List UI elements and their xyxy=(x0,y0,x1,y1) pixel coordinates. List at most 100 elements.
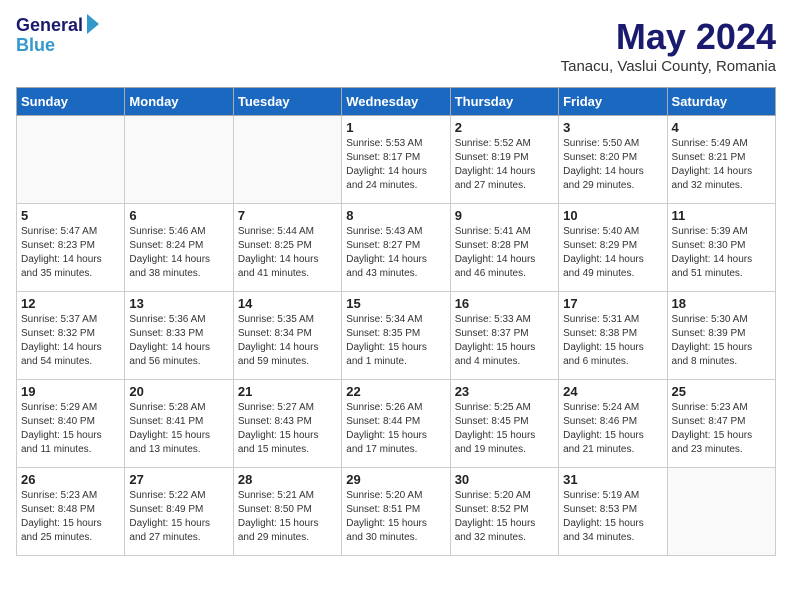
day-number: 19 xyxy=(21,384,120,399)
day-number: 12 xyxy=(21,296,120,311)
calendar-cell: 31 Sunrise: 5:19 AM Sunset: 8:53 PM Dayli… xyxy=(559,468,667,556)
calendar-cell: 25 Sunrise: 5:23 AM Sunset: 8:47 PM Dayli… xyxy=(667,380,775,468)
day-info: Sunrise: 5:20 AM Sunset: 8:52 PM Dayligh… xyxy=(455,489,554,545)
day-number: 1 xyxy=(346,120,445,135)
day-number: 22 xyxy=(346,384,445,399)
calendar-cell: 2 Sunrise: 5:52 AM Sunset: 8:19 PM Daylig… xyxy=(450,116,558,204)
day-info: Sunrise: 5:43 AM Sunset: 8:27 PM Dayligh… xyxy=(346,225,445,281)
day-info: Sunrise: 5:33 AM Sunset: 8:37 PM Dayligh… xyxy=(455,313,554,369)
day-info: Sunrise: 5:52 AM Sunset: 8:19 PM Dayligh… xyxy=(455,137,554,193)
calendar-week-row: 1 Sunrise: 5:53 AM Sunset: 8:17 PM Daylig… xyxy=(17,116,776,204)
logo: General Blue xyxy=(16,16,99,56)
day-info: Sunrise: 5:19 AM Sunset: 8:53 PM Dayligh… xyxy=(563,489,662,545)
day-info: Sunrise: 5:40 AM Sunset: 8:29 PM Dayligh… xyxy=(563,225,662,281)
day-header-thursday: Thursday xyxy=(450,88,558,116)
day-info: Sunrise: 5:22 AM Sunset: 8:49 PM Dayligh… xyxy=(129,489,228,545)
day-info: Sunrise: 5:23 AM Sunset: 8:47 PM Dayligh… xyxy=(672,401,771,457)
calendar-cell: 13Sunrise: 5:36 AM Sunset: 8:33 PM Dayli… xyxy=(125,292,233,380)
calendar-week-row: 12Sunrise: 5:37 AM Sunset: 8:32 PM Dayli… xyxy=(17,292,776,380)
calendar-cell: 27 Sunrise: 5:22 AM Sunset: 8:49 PM Dayli… xyxy=(125,468,233,556)
day-number: 27 xyxy=(129,472,228,487)
day-info: Sunrise: 5:28 AM Sunset: 8:41 PM Dayligh… xyxy=(129,401,228,457)
calendar-cell: 8 Sunrise: 5:43 AM Sunset: 8:27 PM Daylig… xyxy=(342,204,450,292)
calendar-cell: 19 Sunrise: 5:29 AM Sunset: 8:40 PM Dayli… xyxy=(17,380,125,468)
title-block: May 2024 Tanacu, Vaslui County, Romania xyxy=(561,16,776,75)
calendar-cell xyxy=(125,116,233,204)
day-number: 24 xyxy=(563,384,662,399)
day-header-tuesday: Tuesday xyxy=(233,88,341,116)
day-info: Sunrise: 5:35 AM Sunset: 8:34 PM Dayligh… xyxy=(238,313,337,369)
day-number: 16 xyxy=(455,296,554,311)
calendar-cell xyxy=(233,116,341,204)
day-number: 6 xyxy=(129,208,228,223)
calendar-table: SundayMondayTuesdayWednesdayThursdayFrid… xyxy=(16,87,776,556)
day-info: Sunrise: 5:36 AM Sunset: 8:33 PM Dayligh… xyxy=(129,313,228,369)
calendar-cell: 21 Sunrise: 5:27 AM Sunset: 8:43 PM Dayli… xyxy=(233,380,341,468)
calendar-cell: 18 Sunrise: 5:30 AM Sunset: 8:39 PM Dayli… xyxy=(667,292,775,380)
calendar-cell: 14Sunrise: 5:35 AM Sunset: 8:34 PM Dayli… xyxy=(233,292,341,380)
calendar-cell: 23Sunrise: 5:25 AM Sunset: 8:45 PM Dayli… xyxy=(450,380,558,468)
day-number: 25 xyxy=(672,384,771,399)
day-info: Sunrise: 5:53 AM Sunset: 8:17 PM Dayligh… xyxy=(346,137,445,193)
calendar-cell: 6 Sunrise: 5:46 AM Sunset: 8:24 PM Daylig… xyxy=(125,204,233,292)
day-info: Sunrise: 5:49 AM Sunset: 8:21 PM Dayligh… xyxy=(672,137,771,193)
logo-text-general: General xyxy=(16,16,83,36)
calendar-cell: 28 Sunrise: 5:21 AM Sunset: 8:50 PM Dayli… xyxy=(233,468,341,556)
day-number: 4 xyxy=(672,120,771,135)
calendar-cell: 10Sunrise: 5:40 AM Sunset: 8:29 PM Dayli… xyxy=(559,204,667,292)
calendar-cell xyxy=(17,116,125,204)
day-number: 2 xyxy=(455,120,554,135)
day-number: 15 xyxy=(346,296,445,311)
calendar-cell: 15 Sunrise: 5:34 AM Sunset: 8:35 PM Dayli… xyxy=(342,292,450,380)
month-year-title: May 2024 xyxy=(561,16,776,58)
calendar-body: 1 Sunrise: 5:53 AM Sunset: 8:17 PM Daylig… xyxy=(17,116,776,556)
day-number: 18 xyxy=(672,296,771,311)
day-info: Sunrise: 5:21 AM Sunset: 8:50 PM Dayligh… xyxy=(238,489,337,545)
day-number: 5 xyxy=(21,208,120,223)
calendar-week-row: 19 Sunrise: 5:29 AM Sunset: 8:40 PM Dayli… xyxy=(17,380,776,468)
day-number: 28 xyxy=(238,472,337,487)
days-of-week-row: SundayMondayTuesdayWednesdayThursdayFrid… xyxy=(17,88,776,116)
logo-text-blue: Blue xyxy=(16,36,55,56)
calendar-cell: 5Sunrise: 5:47 AM Sunset: 8:23 PM Daylig… xyxy=(17,204,125,292)
calendar-cell: 1 Sunrise: 5:53 AM Sunset: 8:17 PM Daylig… xyxy=(342,116,450,204)
day-info: Sunrise: 5:34 AM Sunset: 8:35 PM Dayligh… xyxy=(346,313,445,369)
day-number: 21 xyxy=(238,384,337,399)
day-info: Sunrise: 5:31 AM Sunset: 8:38 PM Dayligh… xyxy=(563,313,662,369)
day-header-monday: Monday xyxy=(125,88,233,116)
calendar-cell: 30 Sunrise: 5:20 AM Sunset: 8:52 PM Dayli… xyxy=(450,468,558,556)
day-info: Sunrise: 5:46 AM Sunset: 8:24 PM Dayligh… xyxy=(129,225,228,281)
day-info: Sunrise: 5:30 AM Sunset: 8:39 PM Dayligh… xyxy=(672,313,771,369)
day-number: 31 xyxy=(563,472,662,487)
day-header-saturday: Saturday xyxy=(667,88,775,116)
calendar-week-row: 5Sunrise: 5:47 AM Sunset: 8:23 PM Daylig… xyxy=(17,204,776,292)
day-header-friday: Friday xyxy=(559,88,667,116)
day-number: 8 xyxy=(346,208,445,223)
day-number: 30 xyxy=(455,472,554,487)
calendar-cell: 29 Sunrise: 5:20 AM Sunset: 8:51 PM Dayli… xyxy=(342,468,450,556)
day-info: Sunrise: 5:26 AM Sunset: 8:44 PM Dayligh… xyxy=(346,401,445,457)
day-info: Sunrise: 5:39 AM Sunset: 8:30 PM Dayligh… xyxy=(672,225,771,281)
calendar-cell: 26 Sunrise: 5:23 AM Sunset: 8:48 PM Dayli… xyxy=(17,468,125,556)
day-number: 29 xyxy=(346,472,445,487)
day-info: Sunrise: 5:27 AM Sunset: 8:43 PM Dayligh… xyxy=(238,401,337,457)
day-info: Sunrise: 5:20 AM Sunset: 8:51 PM Dayligh… xyxy=(346,489,445,545)
calendar-cell: 17 Sunrise: 5:31 AM Sunset: 8:38 PM Dayli… xyxy=(559,292,667,380)
day-info: Sunrise: 5:24 AM Sunset: 8:46 PM Dayligh… xyxy=(563,401,662,457)
calendar-cell: 3Sunrise: 5:50 AM Sunset: 8:20 PM Daylig… xyxy=(559,116,667,204)
day-number: 11 xyxy=(672,208,771,223)
calendar-cell: 22 Sunrise: 5:26 AM Sunset: 8:44 PM Dayli… xyxy=(342,380,450,468)
day-number: 9 xyxy=(455,208,554,223)
calendar-cell: 9Sunrise: 5:41 AM Sunset: 8:28 PM Daylig… xyxy=(450,204,558,292)
calendar-header: SundayMondayTuesdayWednesdayThursdayFrid… xyxy=(17,88,776,116)
day-header-wednesday: Wednesday xyxy=(342,88,450,116)
day-number: 26 xyxy=(21,472,120,487)
day-number: 17 xyxy=(563,296,662,311)
day-number: 3 xyxy=(563,120,662,135)
day-info: Sunrise: 5:23 AM Sunset: 8:48 PM Dayligh… xyxy=(21,489,120,545)
calendar-cell: 12Sunrise: 5:37 AM Sunset: 8:32 PM Dayli… xyxy=(17,292,125,380)
day-info: Sunrise: 5:29 AM Sunset: 8:40 PM Dayligh… xyxy=(21,401,120,457)
calendar-cell: 11 Sunrise: 5:39 AM Sunset: 8:30 PM Dayli… xyxy=(667,204,775,292)
day-number: 23 xyxy=(455,384,554,399)
day-number: 7 xyxy=(238,208,337,223)
